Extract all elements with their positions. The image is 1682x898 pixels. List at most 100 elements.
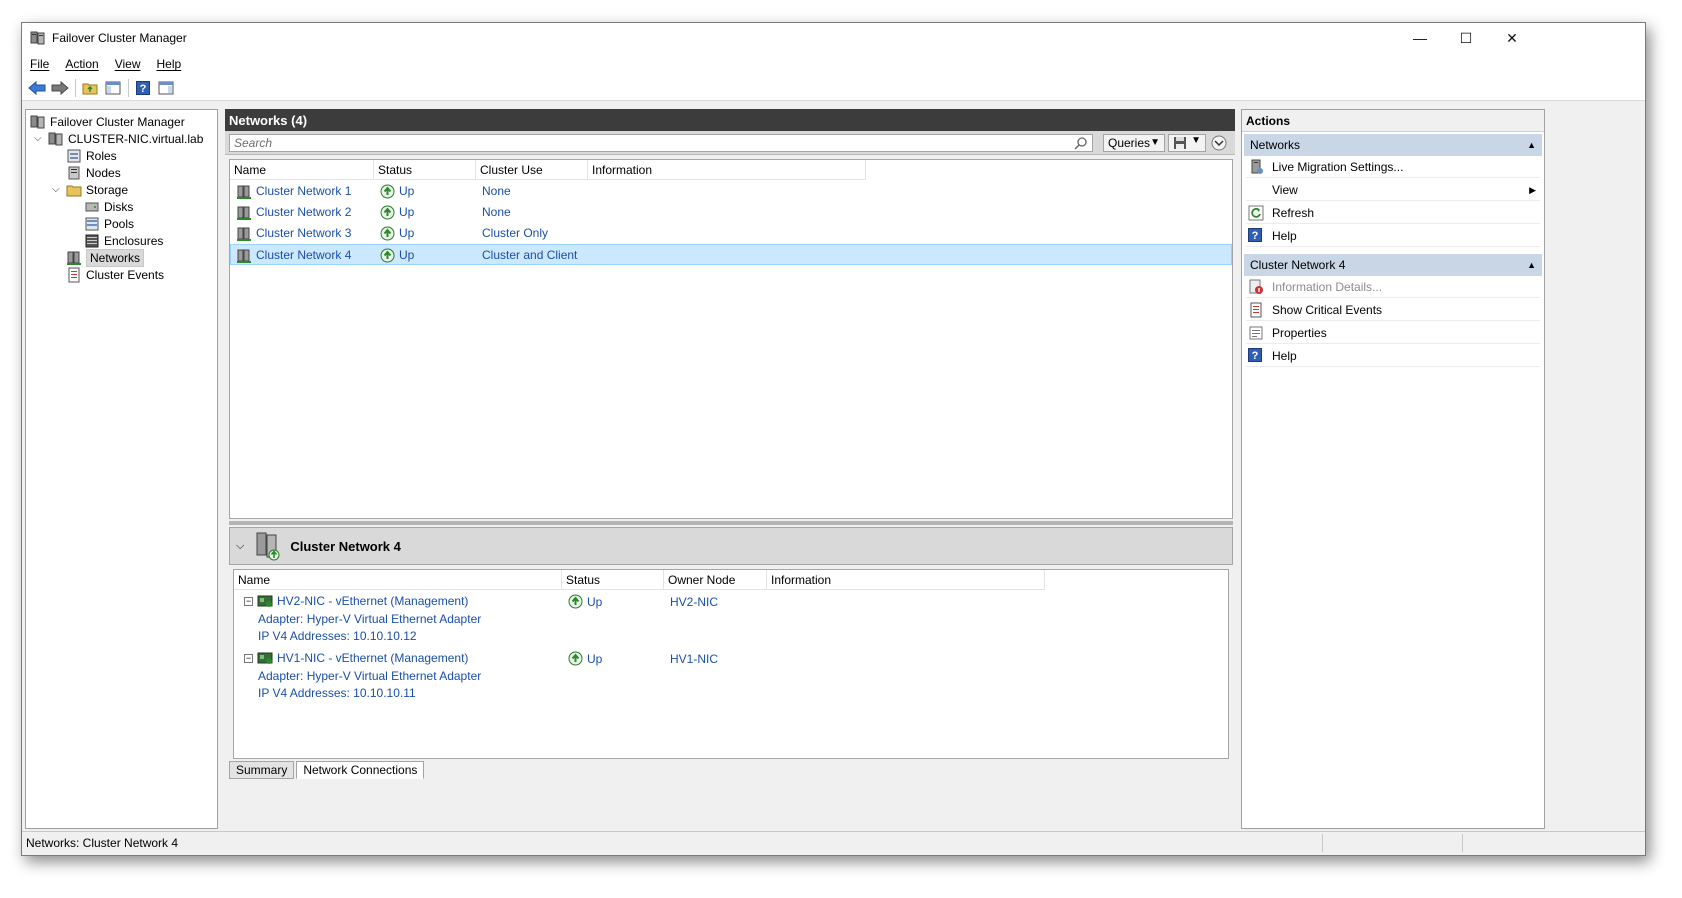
queries-label: Queries [1108, 136, 1151, 150]
column-header-name[interactable]: Name [234, 570, 562, 590]
column-header-name[interactable]: Name [230, 160, 374, 180]
connection-status: Up [587, 651, 603, 666]
table-row-selected[interactable]: Cluster Network 4 Up Cluster and Client [230, 244, 1232, 265]
collapse-up-icon[interactable]: ▲ [1527, 134, 1536, 156]
close-button[interactable]: ✕ [1489, 23, 1535, 53]
menu-view[interactable]: View [115, 57, 141, 71]
network-icon [236, 248, 252, 264]
svg-text:?: ? [1252, 350, 1259, 362]
chevron-down-icon[interactable]: ⌵ [236, 540, 244, 553]
tree-item-cluster[interactable]: CLUSTER-NIC.virtual.lab [48, 130, 203, 148]
action-live-migration-settings[interactable]: Live Migration Settings... [1246, 156, 1540, 178]
connection-adapter: Adapter: Hyper-V Virtual Ethernet Adapte… [258, 612, 482, 626]
action-view[interactable]: View ▶ [1246, 179, 1540, 201]
action-label: Help [1272, 228, 1297, 243]
menu-file[interactable]: File [30, 57, 49, 71]
row-cluster-use: None [482, 205, 511, 219]
cluster-icon [48, 131, 64, 147]
chevron-down-icon[interactable]: ⌵ [52, 185, 62, 195]
tab-summary[interactable]: Summary [229, 761, 295, 779]
section-label: Cluster Network 4 [1250, 258, 1346, 272]
action-pane-icon [158, 81, 174, 94]
list-item[interactable]: − HV1-NIC - vEthernet (Management) [244, 651, 468, 665]
minimize-button[interactable]: — [1397, 23, 1443, 53]
row-name: Cluster Network 2 [256, 205, 352, 219]
cluster-manager-icon [30, 114, 46, 130]
window-title: Failover Cluster Manager [52, 31, 187, 45]
action-properties[interactable]: Properties [1246, 322, 1540, 344]
show-hide-tree-button[interactable] [102, 77, 124, 99]
connection-ip: IP V4 Addresses: 10.10.10.12 [258, 629, 417, 643]
arrow-right-icon [51, 80, 69, 95]
action-show-critical-events[interactable]: Show Critical Events [1246, 299, 1540, 321]
column-header-status[interactable]: Status [374, 160, 476, 180]
actions-section-networks[interactable]: Networks ▲ [1244, 134, 1542, 156]
action-label: Live Migration Settings... [1272, 159, 1404, 174]
menu-help[interactable]: Help [157, 57, 182, 71]
search-input[interactable]: Search [229, 134, 1093, 152]
action-information-details[interactable]: Information Details... [1246, 276, 1540, 298]
save-query-button[interactable]: ▼ [1168, 134, 1206, 152]
connection-status-cell: Up [568, 651, 602, 666]
action-label: Refresh [1272, 205, 1315, 220]
collapse-button[interactable] [1210, 134, 1228, 152]
column-header-information[interactable]: Information [767, 570, 1045, 590]
refresh-icon [1248, 205, 1264, 221]
connection-name: HV2-NIC - vEthernet (Management) [277, 594, 469, 608]
column-header-owner-node[interactable]: Owner Node [664, 570, 767, 590]
network-icon [236, 184, 252, 200]
tab-network-connections[interactable]: Network Connections [296, 761, 425, 779]
row-cluster-use: None [482, 184, 511, 198]
maximize-button[interactable]: ☐ [1443, 23, 1489, 53]
back-button[interactable] [26, 77, 48, 99]
tree-item-storage[interactable]: Storage [66, 181, 128, 199]
tree-item-enclosures[interactable]: Enclosures [84, 232, 163, 250]
collapse-box-icon[interactable]: − [244, 653, 253, 663]
arrow-left-icon [28, 80, 46, 95]
action-help[interactable]: ? Help [1246, 225, 1540, 247]
pane-splitter[interactable] [229, 521, 1233, 525]
tree-label-disks: Disks [104, 200, 134, 214]
toolbar: ? [22, 75, 1645, 101]
menu-action[interactable]: Action [65, 57, 98, 71]
network-connections-grid: Name Status Owner Node Information − HV2… [233, 569, 1229, 759]
column-header-status[interactable]: Status [562, 570, 664, 590]
help-icon: ? [136, 80, 150, 95]
action-label: Show Critical Events [1272, 302, 1383, 317]
column-header-information[interactable]: Information [588, 160, 866, 180]
tree-item-root[interactable]: Failover Cluster Manager [30, 113, 185, 131]
table-row[interactable]: Cluster Network 1 Up None [230, 181, 1232, 202]
column-header-cluster-use[interactable]: Cluster Use [476, 160, 588, 180]
status-up-icon [380, 205, 395, 220]
status-up-icon [380, 248, 395, 263]
tree-item-networks[interactable]: Networks [66, 249, 145, 267]
tree-item-pools[interactable]: Pools [84, 215, 134, 233]
action-refresh[interactable]: Refresh [1246, 202, 1540, 224]
tree-item-roles[interactable]: Roles [66, 147, 117, 165]
action-help-2[interactable]: ? Help [1246, 345, 1540, 367]
collapse-box-icon[interactable]: − [244, 596, 253, 606]
tree-label-root: Failover Cluster Manager [50, 115, 185, 129]
list-item[interactable]: − HV2-NIC - vEthernet (Management) [244, 594, 468, 608]
actions-section-cluster-network-4[interactable]: Cluster Network 4 ▲ [1244, 254, 1542, 276]
up-folder-button[interactable] [79, 77, 101, 99]
queries-button[interactable]: Queries ▼ [1103, 134, 1165, 152]
tree-label-storage: Storage [86, 183, 129, 197]
status-up-icon [380, 184, 395, 199]
status-divider [1322, 834, 1323, 852]
toolbar-separator [128, 78, 129, 97]
help-button[interactable]: ? [132, 77, 154, 99]
show-hide-action-pane-button[interactable] [155, 77, 177, 99]
caret-down-icon: ▼ [1191, 135, 1201, 146]
chevron-down-icon[interactable]: ⌵ [34, 134, 44, 144]
row-status: Up [399, 248, 415, 262]
table-row[interactable]: Cluster Network 3 Up Cluster Only [230, 223, 1232, 244]
search-icon[interactable] [1074, 136, 1088, 150]
tree-item-disks[interactable]: Disks [84, 198, 133, 216]
forward-button[interactable] [49, 77, 71, 99]
collapse-up-icon[interactable]: ▲ [1527, 254, 1536, 276]
table-row[interactable]: Cluster Network 2 Up None [230, 202, 1232, 223]
tree-item-nodes[interactable]: Nodes [66, 164, 121, 182]
tree-item-cluster-events[interactable]: Cluster Events [66, 266, 164, 284]
toolbar-separator [75, 78, 76, 97]
